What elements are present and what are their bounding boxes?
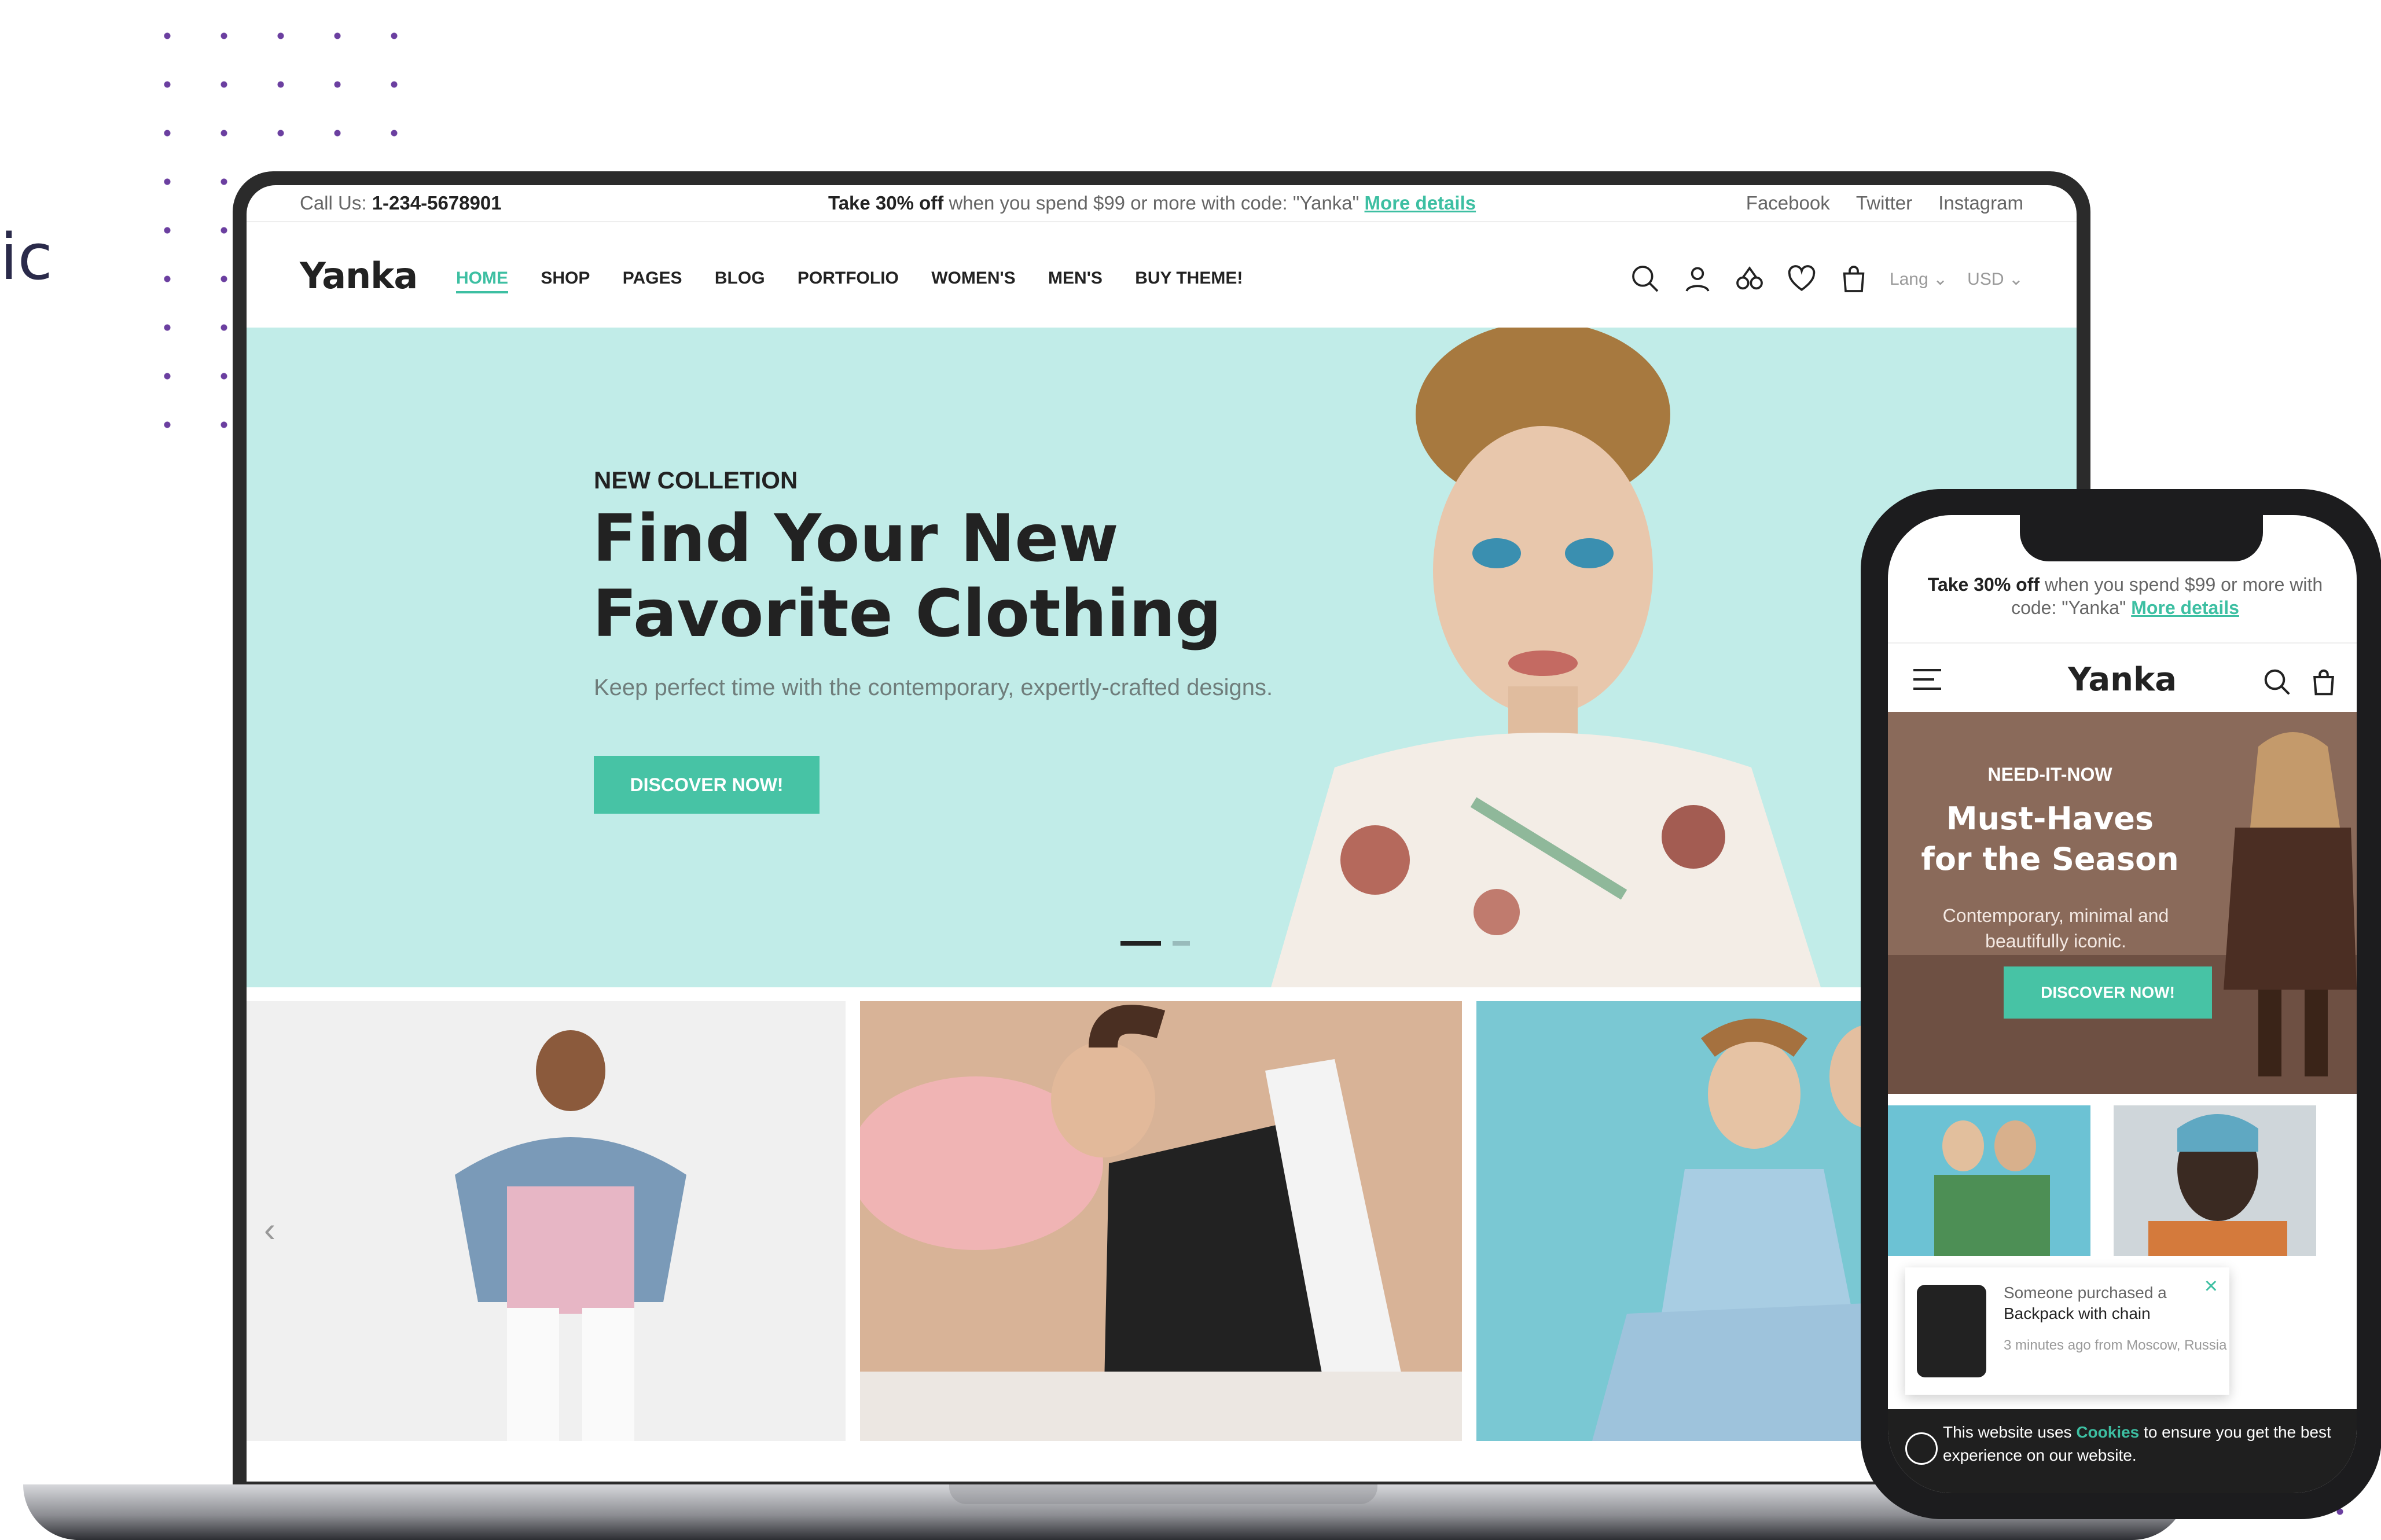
slide-indicator-active[interactable]: [1120, 941, 1161, 946]
notification-time: 3 minutes ago from Moscow, Russia: [2004, 1337, 2227, 1353]
mobile-discover-now-button[interactable]: DISCOVER NOW!: [2004, 966, 2212, 1019]
main-nav: Yanka HOME SHOP PAGES BLOG PORTFOLIO WOM…: [247, 221, 2077, 328]
thumbnail-man[interactable]: [2114, 1105, 2316, 1256]
currency-select[interactable]: USD ⌄: [1967, 269, 2023, 289]
hero-subtitle: Keep perfect time with the contemporary,…: [594, 675, 1273, 700]
mobile-promo-bold: Take 30% off: [1927, 574, 2040, 595]
model-photo: [1184, 328, 1879, 987]
language-select[interactable]: Lang ⌄: [1890, 269, 1948, 289]
header-icons: Lang ⌄ USD ⌄: [1629, 262, 2023, 296]
nav-womens[interactable]: WOMEN'S: [931, 269, 1015, 288]
search-icon[interactable]: [2262, 667, 2293, 698]
more-details-link[interactable]: More details: [1365, 192, 1476, 214]
phone-notch: [2020, 509, 2263, 561]
notification-product[interactable]: Backpack with chain: [2004, 1304, 2151, 1322]
compare-icon[interactable]: [1733, 263, 1766, 295]
phone-number[interactable]: 1-234-5678901: [372, 192, 502, 214]
nav-mens[interactable]: MEN'S: [1048, 269, 1103, 288]
hero-banner: NEW COLLETION Find Your New Favorite Clo…: [247, 328, 2077, 987]
gallery-prev-arrow[interactable]: ‹: [264, 1210, 275, 1249]
mobile-more-details-link[interactable]: More details: [2131, 597, 2239, 618]
promo-bold: Take 30% off: [828, 192, 944, 214]
mobile-thumbnails: [1888, 1094, 2357, 1285]
model-photo: [247, 1001, 846, 1441]
thumbnail-couple[interactable]: [1888, 1105, 2090, 1256]
laptop-base: [23, 1484, 2188, 1540]
laptop-hinge: [949, 1484, 1377, 1504]
currency-label: USD: [1967, 269, 2004, 289]
instagram-link[interactable]: Instagram: [1938, 192, 2023, 214]
social-links: Facebook Twitter Instagram: [1725, 192, 2023, 214]
cart-icon[interactable]: [2308, 667, 2339, 698]
gallery-tile-men[interactable]: [860, 1001, 1462, 1441]
menu: HOME SHOP PAGES BLOG PORTFOLIO WOMEN'S M…: [456, 269, 1270, 293]
hero-title-line1: Find Your New: [593, 501, 1119, 576]
promo-message: Take 30% off when you spend $99 or more …: [828, 192, 1476, 214]
promo-text: when you spend $99 or more with code: "Y…: [943, 192, 1365, 214]
nav-shop[interactable]: SHOP: [541, 269, 590, 288]
cookie-text: This website uses Cookies to ensure you …: [1943, 1421, 2336, 1467]
nav-blog[interactable]: BLOG: [715, 269, 765, 288]
nav-pages[interactable]: PAGES: [623, 269, 682, 288]
backpack-thumbnail: [1917, 1285, 1986, 1377]
mobile-promo: Take 30% off when you spend $99 or more …: [1911, 573, 2339, 619]
cropped-side-text: ic: [0, 220, 53, 294]
user-icon[interactable]: [1681, 263, 1714, 295]
phone-screen: Take 30% off when you spend $99 or more …: [1888, 515, 2357, 1493]
call-us: Call Us: 1-234-5678901: [300, 192, 502, 214]
mobile-nav: Yanka: [1888, 642, 2357, 713]
chevron-down-icon: ⌄: [1933, 269, 1948, 289]
discover-now-button[interactable]: DISCOVER NOW!: [594, 756, 820, 814]
heart-icon[interactable]: [1785, 263, 1818, 295]
laptop-screen: Call Us: 1-234-5678901 Take 30% off when…: [247, 185, 2077, 1482]
cookies-link[interactable]: Cookies: [2076, 1423, 2139, 1441]
cookie-icon: [1905, 1432, 1938, 1465]
facebook-link[interactable]: Facebook: [1746, 192, 1830, 214]
hero-kicker: NEW COLLETION: [594, 466, 798, 494]
twitter-link[interactable]: Twitter: [1856, 192, 1912, 214]
mobile-hero-title-line1: Must-Haves: [1946, 800, 2154, 837]
top-bar: Call Us: 1-234-5678901 Take 30% off when…: [247, 185, 2077, 222]
category-gallery: ‹: [247, 1001, 2077, 1441]
mobile-hero-title: Must-Haves for the Season: [1888, 799, 2212, 880]
call-label: Call Us:: [300, 192, 367, 214]
mobile-hero-kicker: NEED-IT-NOW: [1987, 764, 2112, 785]
cart-icon[interactable]: [1838, 263, 1870, 295]
close-icon[interactable]: ×: [2204, 1273, 2218, 1299]
nav-portfolio[interactable]: PORTFOLIO: [798, 269, 899, 288]
cookie-banner: This website uses Cookies to ensure you …: [1888, 1409, 2357, 1493]
hero-title: Find Your New Favorite Clothing: [593, 501, 1403, 652]
slide-indicator[interactable]: [1173, 941, 1190, 946]
hero-title-line2: Favorite Clothing: [593, 576, 1222, 652]
nav-home[interactable]: HOME: [456, 269, 508, 293]
mobile-hero-title-line2: for the Season: [1921, 841, 2179, 877]
notification-text: Someone purchased a Backpack with chain: [2004, 1282, 2167, 1324]
chevron-down-icon: ⌄: [2008, 269, 2023, 289]
language-label: Lang: [1889, 269, 1928, 289]
notification-line1: Someone purchased a: [2004, 1284, 2167, 1302]
gallery-tile-women[interactable]: ‹: [247, 1001, 846, 1441]
cookie-text-start: This website uses: [1943, 1423, 2077, 1441]
logo[interactable]: Yanka: [300, 255, 418, 297]
model-photo: [860, 1001, 1462, 1441]
nav-buy-theme[interactable]: BUY THEME!: [1135, 269, 1243, 288]
mobile-hero-subtitle: Contemporary, minimal and beautifully ic…: [1942, 905, 2169, 951]
search-icon[interactable]: [1629, 263, 1662, 295]
mobile-hero-banner: NEED-IT-NOW Must-Haves for the Season Co…: [1888, 712, 2357, 1094]
purchase-notification: Someone purchased a Backpack with chain …: [1905, 1267, 2229, 1395]
